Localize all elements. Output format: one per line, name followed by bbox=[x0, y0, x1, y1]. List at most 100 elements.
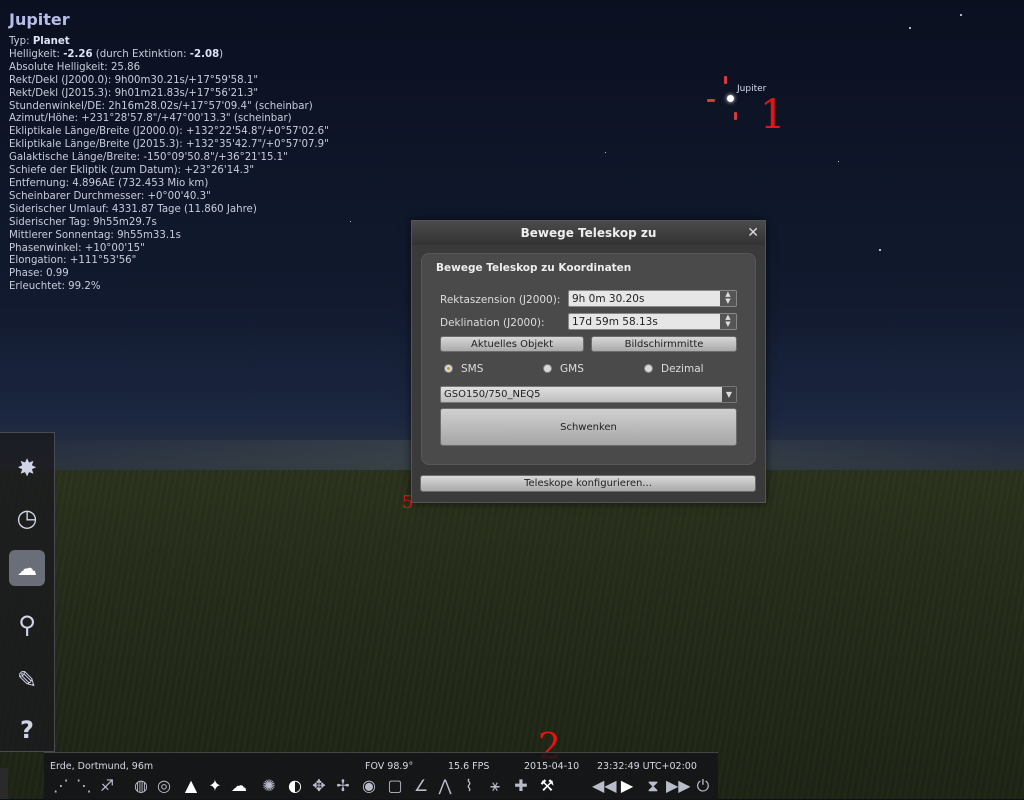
radio-gms[interactable]: GMS bbox=[543, 363, 584, 375]
group-title: Bewege Teleskop zu Koordinaten bbox=[436, 262, 632, 274]
screen-center-button[interactable]: Bildschirmmitte bbox=[591, 336, 737, 352]
equatorial-grid-icon[interactable]: ◍ bbox=[130, 775, 152, 797]
dec-input[interactable]: 17d 59m 58.13s ▲ ▼ bbox=[568, 313, 737, 330]
object-info-panel: Jupiter Typ: Planet Helligkeit: -2.26 (d… bbox=[9, 10, 329, 294]
info-line: Siderischer Tag: 9h55m29.7s bbox=[9, 216, 157, 228]
info-line: Galaktische Länge/Breite: -150°09'50.8"/… bbox=[9, 152, 288, 164]
atmosphere-icon[interactable]: ☁ bbox=[228, 775, 250, 797]
info-line: Rekt/Dekl (J2000.0): 9h00m30.21s/+17°59'… bbox=[9, 74, 259, 86]
info-line: Siderischer Umlauf: 4331.87 Tage (11.860… bbox=[9, 203, 257, 215]
dialog-titlebar[interactable]: Bewege Teleskop zu ✕ bbox=[412, 221, 765, 245]
ground-landscape bbox=[0, 470, 1024, 799]
telescope-control-icon[interactable]: ⚒ bbox=[536, 775, 558, 797]
constellation-lines-icon[interactable]: ⋰ bbox=[50, 775, 72, 797]
equatorial-mount-icon[interactable]: ✥ bbox=[308, 775, 330, 797]
fullscreen-icon[interactable]: ▢ bbox=[384, 775, 406, 797]
telescope-icon[interactable]: ⚹ bbox=[484, 775, 506, 797]
info-line: Azimut/Höhe: +231°28'57.8"/+47°00'13.3" … bbox=[9, 113, 292, 125]
bottom-toolbar: Erde, Dortmund, 96m FOV 98.9° 15.6 FPS 2… bbox=[44, 752, 718, 800]
info-line: Mittlerer Sonnentag: 9h55m33.1s bbox=[9, 229, 181, 241]
left-sidebar: ✸ ◷ ☁ ⚲ ✎ ? bbox=[0, 432, 55, 752]
quit-power-icon[interactable]: ⏻ bbox=[692, 775, 714, 797]
jupiter-planet[interactable] bbox=[727, 95, 734, 102]
info-line: Ekliptikale Länge/Breite (J2000.0): +132… bbox=[9, 126, 329, 138]
help-icon[interactable]: ? bbox=[9, 712, 45, 748]
constellation-art-icon[interactable]: ♐ bbox=[96, 775, 118, 797]
dec-label: Deklination (J2000): bbox=[440, 317, 545, 329]
landscape-icon[interactable]: ⋀ bbox=[434, 775, 456, 797]
decrease-time-speed-icon[interactable]: ◀◀ bbox=[592, 775, 617, 797]
nebulae-icon[interactable]: ✺ bbox=[258, 775, 280, 797]
radio-dot[interactable] bbox=[543, 364, 552, 373]
info-line: Entfernung: 4.896AE (732.453 Mio km) bbox=[9, 177, 209, 189]
slew-button[interactable]: Schwenken bbox=[440, 408, 737, 446]
marker-tick bbox=[724, 76, 727, 84]
sky-view-options-icon[interactable]: ☁ bbox=[9, 550, 45, 586]
radio-dezimal[interactable]: Dezimal bbox=[644, 363, 704, 375]
star bbox=[960, 14, 962, 16]
spin-arrows-icon[interactable]: ▲ ▼ bbox=[720, 291, 736, 306]
coordinates-group: Bewege Teleskop zu Koordinaten Rektaszen… bbox=[421, 253, 756, 465]
angle-measure-icon[interactable]: ∠ bbox=[410, 775, 432, 797]
info-line: Stundenwinkel/DE: 2h16m28.02s/+17°57'09.… bbox=[9, 100, 313, 112]
info-line: Scheinbarer Durchmesser: +0°00'40.3" bbox=[9, 190, 211, 202]
play-icon[interactable]: ▶ bbox=[616, 775, 638, 797]
date-time-window-icon[interactable]: ◷ bbox=[9, 500, 45, 536]
info-line: Rekt/Dekl (J2015.3): 9h01m21.83s/+17°56'… bbox=[9, 87, 259, 99]
info-line: Absolute Helligkeit: 25.86 bbox=[9, 61, 141, 73]
close-icon[interactable]: ✕ bbox=[747, 221, 759, 245]
date-status: 2015-04-10 bbox=[524, 761, 580, 772]
increase-time-speed-icon[interactable]: ▶▶ bbox=[666, 775, 691, 797]
ra-label: Rektaszension (J2000): bbox=[440, 294, 561, 306]
star bbox=[605, 152, 606, 153]
azimuthal-grid-icon[interactable]: ◎ bbox=[153, 775, 175, 797]
ground-icon[interactable]: ▲ bbox=[180, 775, 202, 797]
spin-arrows-icon[interactable]: ▲ ▼ bbox=[720, 314, 736, 329]
info-line: Ekliptikale Länge/Breite (J2015.3): +132… bbox=[9, 139, 329, 151]
constellation-labels-icon[interactable]: ⋱ bbox=[73, 775, 95, 797]
star bbox=[909, 27, 911, 29]
location-window-icon[interactable]: ✸ bbox=[9, 450, 45, 486]
night-mode-icon[interactable]: ◉ bbox=[358, 775, 380, 797]
fov-status: FOV 98.9° bbox=[365, 761, 414, 772]
ra-value: 9h 0m 30.20s bbox=[572, 293, 645, 305]
telescope-select[interactable]: GSO150/750_NEQ5 ▼ bbox=[440, 386, 737, 403]
object-name: Jupiter bbox=[9, 10, 70, 29]
dec-value: 17d 59m 58.13s bbox=[572, 316, 658, 328]
configure-telescopes-button[interactable]: Teleskope konfigurieren... bbox=[420, 475, 756, 492]
radio-dot-selected[interactable] bbox=[444, 364, 453, 373]
info-line: Erleuchtet: 99.2% bbox=[9, 281, 101, 293]
telescope-value: GSO150/750_NEQ5 bbox=[444, 389, 541, 400]
location-status: Erde, Dortmund, 96m bbox=[50, 761, 154, 772]
radio-dot[interactable] bbox=[644, 364, 653, 373]
dialog-title: Bewege Teleskop zu bbox=[520, 226, 657, 240]
chevron-down-icon[interactable]: ▼ bbox=[722, 387, 736, 402]
real-time-icon[interactable]: ⧗ bbox=[642, 775, 664, 797]
info-line: Elongation: +111°53'56" bbox=[9, 255, 137, 267]
radio-sms[interactable]: SMS bbox=[444, 363, 483, 375]
star bbox=[838, 161, 839, 162]
time-status: 23:32:49 UTC+02:00 bbox=[597, 761, 697, 772]
star bbox=[879, 249, 881, 251]
star bbox=[350, 221, 351, 222]
marker-tick bbox=[734, 112, 737, 120]
search-window-icon[interactable]: ⚲ bbox=[9, 607, 45, 643]
info-line: Phase: 0.99 bbox=[9, 268, 69, 280]
fps-status: 15.6 FPS bbox=[448, 761, 490, 772]
planet-labels-icon[interactable]: ◐ bbox=[284, 775, 306, 797]
slew-telescope-dialog: Bewege Teleskop zu ✕ Bewege Teleskop zu … bbox=[411, 220, 766, 503]
marker-tick bbox=[707, 99, 715, 102]
satellites-icon[interactable]: ✚ bbox=[510, 775, 532, 797]
info-line: Phasenwinkel: +10°00'15" bbox=[9, 242, 145, 254]
info-line: Schiefe der Ekliptik (zum Datum): +23°26… bbox=[9, 165, 255, 177]
current-object-button[interactable]: Aktuelles Objekt bbox=[440, 336, 584, 352]
goto-selected-icon[interactable]: ✢ bbox=[332, 775, 354, 797]
configuration-wrench-icon[interactable]: ✎ bbox=[9, 662, 45, 698]
info-line: Helligkeit: -2.26 (durch Extinktion: -2.… bbox=[9, 48, 224, 60]
scope-icon[interactable]: ⌇ bbox=[458, 775, 480, 797]
screen-edge bbox=[0, 768, 8, 799]
annotation-1: 1 bbox=[760, 92, 786, 138]
cardinal-points-icon[interactable]: ✦ bbox=[204, 775, 226, 797]
info-line: Typ: Planet bbox=[9, 36, 70, 47]
ra-input[interactable]: 9h 0m 30.20s ▲ ▼ bbox=[568, 290, 737, 307]
